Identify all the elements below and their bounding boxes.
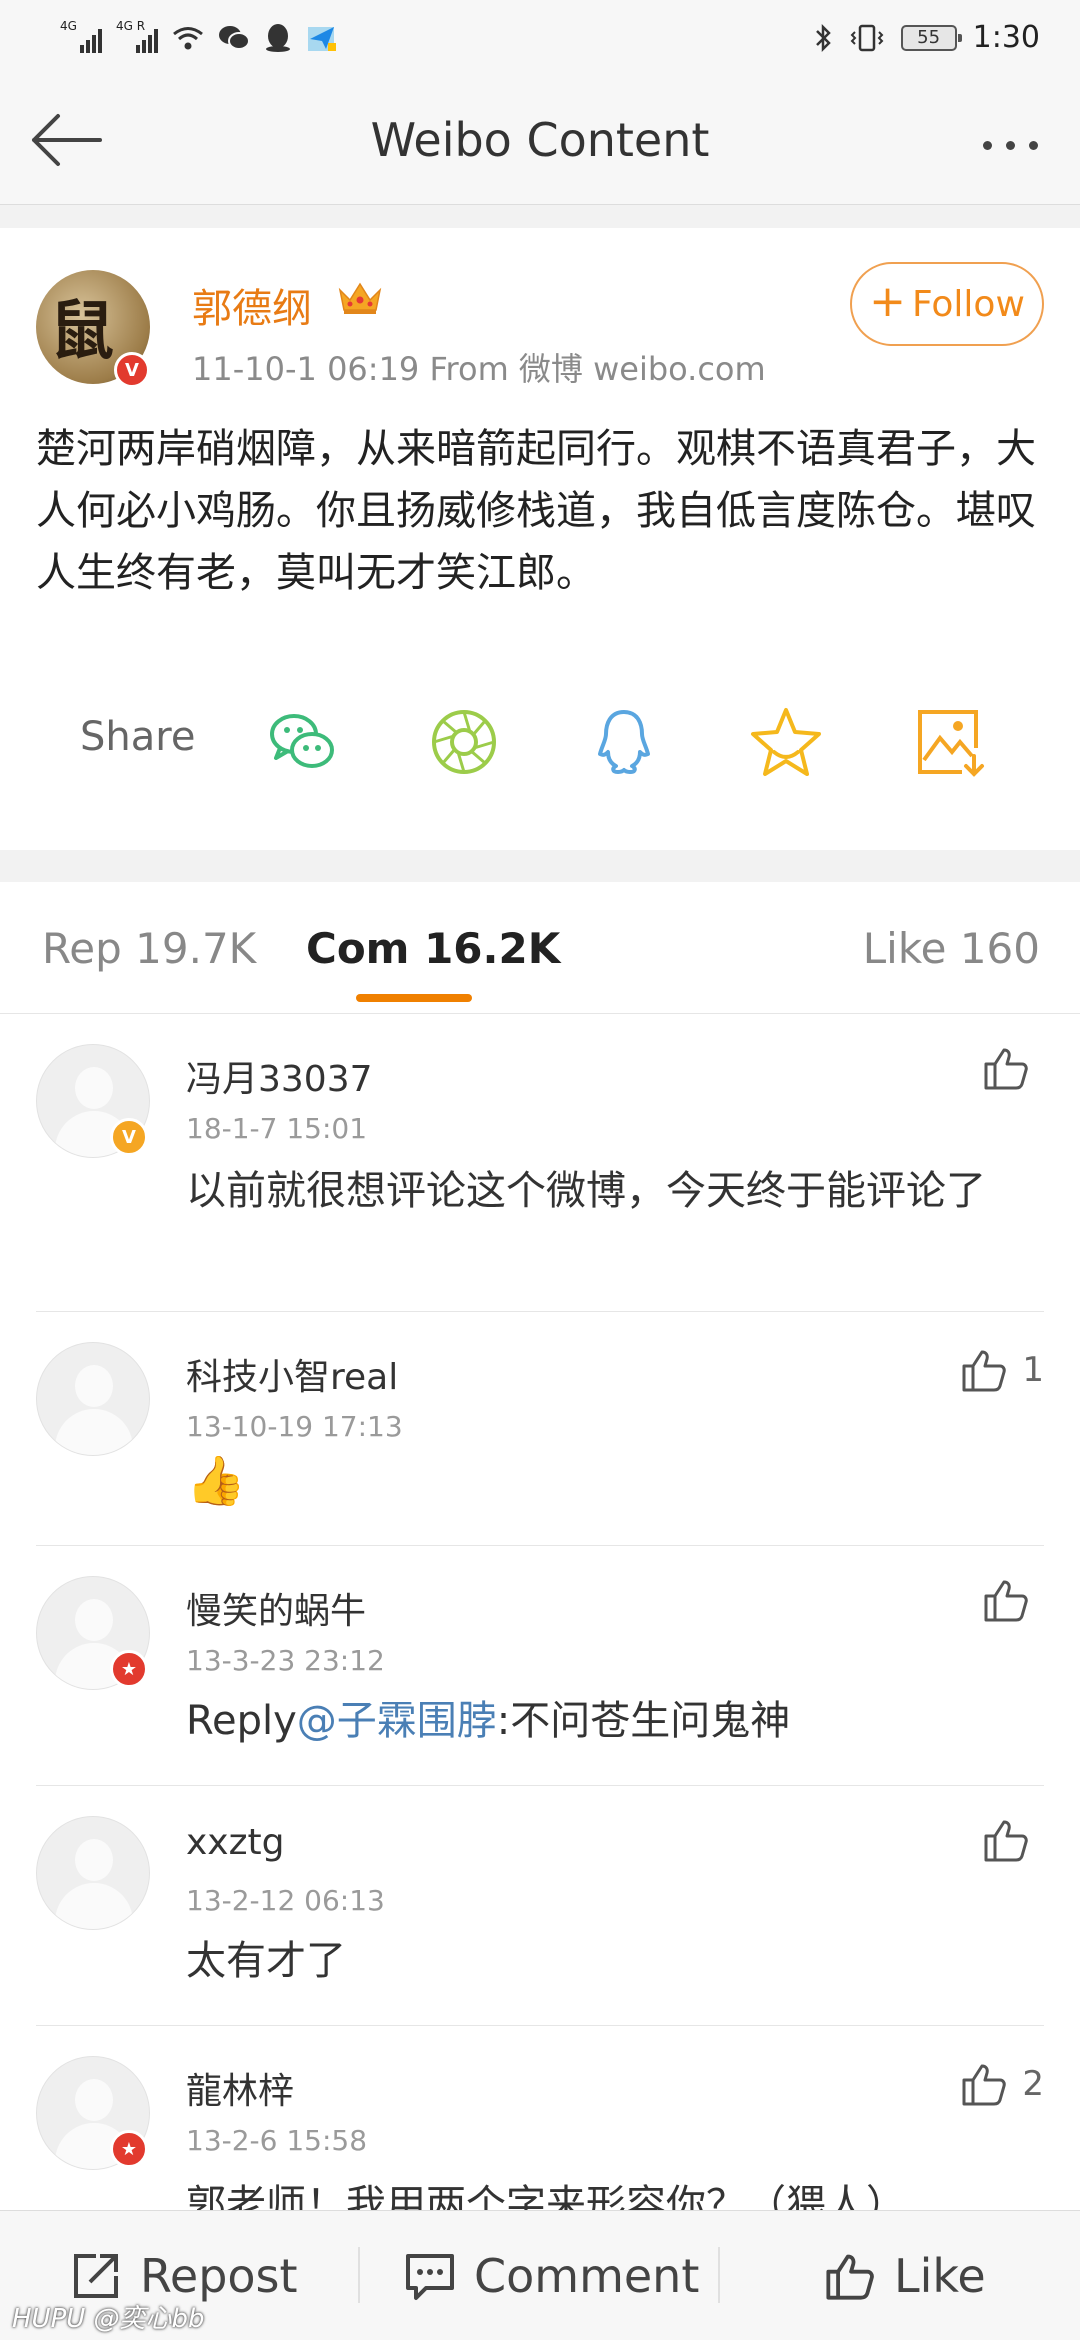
post-text: 楚河两岸硝烟障，从来暗箭起同行。观棋不语真君子，大人何必小鸡肠。你且扬威修栈道，… [36,426,1036,596]
thumbs-up-icon [984,1048,1028,1090]
plus-icon: + [869,276,906,327]
commenter-name[interactable]: xxztg [186,1822,284,1863]
commenter-name[interactable]: 龍林梓 [186,2062,294,2114]
wechat-status-icon [219,25,250,50]
verified-badge-icon: V [114,352,150,388]
commenter-name[interactable]: 慢笑的蜗牛 [186,1582,366,1634]
comment-text: 👍 [186,1453,246,1509]
net-label-1: 4G [60,18,77,33]
signal-4g-roaming-icon: 4G R [116,19,158,53]
tab-comments[interactable]: Com 16.2K [306,924,560,973]
nav-bar: Weibo Content [0,75,1080,205]
comment-time: 13-2-12 06:13 [186,1884,385,1917]
comment-like-button[interactable] [982,1812,1044,1868]
commenter-avatar[interactable] [36,1342,150,1456]
mention-link[interactable]: @子霖围脖 [297,1698,497,1744]
repost-icon [74,2254,118,2298]
comment-time: 13-3-23 23:12 [186,1644,385,1677]
qq-share-icon[interactable] [586,704,662,780]
comment-label: Comment [474,2249,700,2303]
send-app-icon [308,26,336,51]
crown-icon[interactable] [336,278,384,318]
share-row: Share [0,688,1080,798]
more-options-button[interactable] [970,125,1050,165]
comment-like-button[interactable]: 2 [960,2056,1044,2112]
thumbs-up-icon [826,2254,874,2300]
follow-button[interactable]: + Follow [850,262,1044,346]
comment-bubble-icon [406,2254,454,2300]
comment-like-button[interactable] [982,1040,1044,1096]
post-card: 鼠 V 郭德纲 11-10-1 06:19 From 微博 weibo.com … [0,228,1080,850]
comment-text: 太有才了 [186,1938,346,1984]
battery-icon: 55 [900,24,962,51]
divider [718,2247,720,2303]
share-label: Share [80,714,196,760]
bluetooth-icon [815,23,831,52]
tab-reposts[interactable]: Rep 19.7K [42,924,256,973]
tab-likes[interactable]: Like 160 [863,924,1040,973]
wechat-share-icon[interactable] [264,704,340,780]
comment-button[interactable]: Comment [404,2211,699,2340]
commenter-avatar[interactable] [36,1816,150,1930]
divider [358,2247,360,2303]
comment-time: 18-1-7 15:01 [186,1112,368,1145]
like-button[interactable]: Like [824,2211,986,2340]
comment-item: ★ 慢笑的蜗牛 13-3-23 23:12 Reply@子霖围脖:不问苍生问鬼神 [0,1546,1080,1786]
vibrate-icon [850,24,884,51]
comment-time: 13-10-19 17:13 [186,1410,403,1443]
status-bar: 4G 4G R 55 1:30 [0,0,1080,75]
comment-item: xxztg 13-2-12 06:13 太有才了 [0,1786,1080,2026]
save-image-icon[interactable] [910,704,986,780]
repost-label: Repost [140,2249,298,2303]
follow-label: Follow [911,283,1025,325]
comment-item: ★ 龍林梓 13-2-6 15:58 郭老师！我用两个字来形容你？（猥人） 2 [0,2026,1080,2210]
watermark: HUPU @奕心bb [12,2304,205,2334]
favorite-star-icon[interactable] [748,704,824,780]
clock: 1:30 [972,20,1040,55]
comment-item: 科技小智real 13-10-19 17:13 👍 1 [0,1312,1080,1546]
commenter-name[interactable]: 冯月33037 [186,1050,373,1102]
thumbs-up-icon [984,1580,1028,1622]
tab-bar: Rep 19.7K Com 16.2K Like 160 [0,882,1080,1014]
page-title: Weibo Content [370,113,710,167]
post-meta: 11-10-1 06:19 From 微博 weibo.com [192,350,766,388]
comment-item: V 冯月33037 18-1-7 15:01 以前就很想评论这个微博，今天终于能… [0,1014,1080,1312]
signal-4g-icon: 4G [60,19,102,53]
comment-like-count: 2 [1022,2064,1044,2104]
thumbs-up-icon [962,1350,1007,1392]
qq-status-icon [266,23,290,52]
star-badge-icon: ★ [110,1650,148,1688]
thumbs-up-icon [962,2064,1007,2106]
commenter-name[interactable]: 科技小智real [186,1348,398,1400]
avatar-calligraphy-image: 鼠 [50,294,114,369]
wifi-icon [173,26,203,49]
comment-text: 郭老师！我用两个字来形容你？（猥人） [186,2182,906,2210]
star-badge-icon: ★ [110,2130,148,2168]
like-label: Like [894,2249,986,2303]
comment-like-button[interactable] [982,1572,1044,1628]
comment-like-count: 1 [1022,1350,1044,1390]
reply-text: :不问苍生问鬼神 [496,1698,791,1744]
moments-share-icon[interactable] [426,704,502,780]
comment-list: V 冯月33037 18-1-7 15:01 以前就很想评论这个微博，今天终于能… [0,1014,1080,2210]
thumbs-up-icon [984,1820,1028,1862]
verified-badge-icon: V [110,1118,148,1156]
reply-prefix: Reply [186,1698,297,1744]
comment-text: Reply@子霖围脖:不问苍生问鬼神 [186,1692,1046,1750]
author-name[interactable]: 郭德纲 [192,276,312,334]
comment-time: 13-2-6 15:58 [186,2124,368,2157]
more-dots-icon [982,140,992,150]
comment-text: 以前就很想评论这个微博，今天终于能评论了 [186,1168,986,1214]
comment-like-button[interactable]: 1 [960,1342,1044,1398]
active-tab-indicator [356,994,472,1002]
